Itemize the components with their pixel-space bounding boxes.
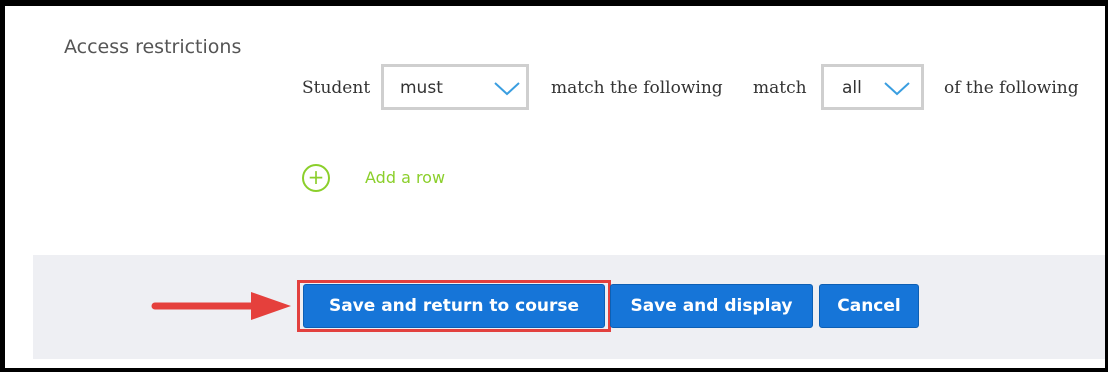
form-footer: Save and return to course Save and displ…	[33, 255, 1105, 359]
all-select[interactable]: all	[821, 64, 924, 110]
match-following-label: match the following	[551, 78, 723, 98]
restriction-row: Student must match the following match a…	[0, 64, 1108, 114]
of-following-label: of the following	[944, 78, 1079, 98]
red-arrow-icon	[151, 292, 291, 320]
must-select-value: must	[400, 78, 443, 98]
must-select[interactable]: must	[381, 64, 529, 110]
chevron-down-icon	[494, 82, 520, 96]
chevron-down-icon	[884, 82, 910, 96]
match-label: match	[753, 78, 807, 98]
save-and-display-button[interactable]: Save and display	[610, 284, 813, 328]
all-select-value: all	[842, 78, 862, 98]
plus-circle-icon: +	[302, 164, 330, 192]
add-row-label: Add a row	[365, 168, 446, 187]
cancel-button[interactable]: Cancel	[819, 284, 919, 328]
access-restrictions-label: Access restrictions	[64, 36, 242, 58]
save-and-return-button[interactable]: Save and return to course	[303, 284, 605, 328]
student-label: Student	[302, 78, 371, 98]
